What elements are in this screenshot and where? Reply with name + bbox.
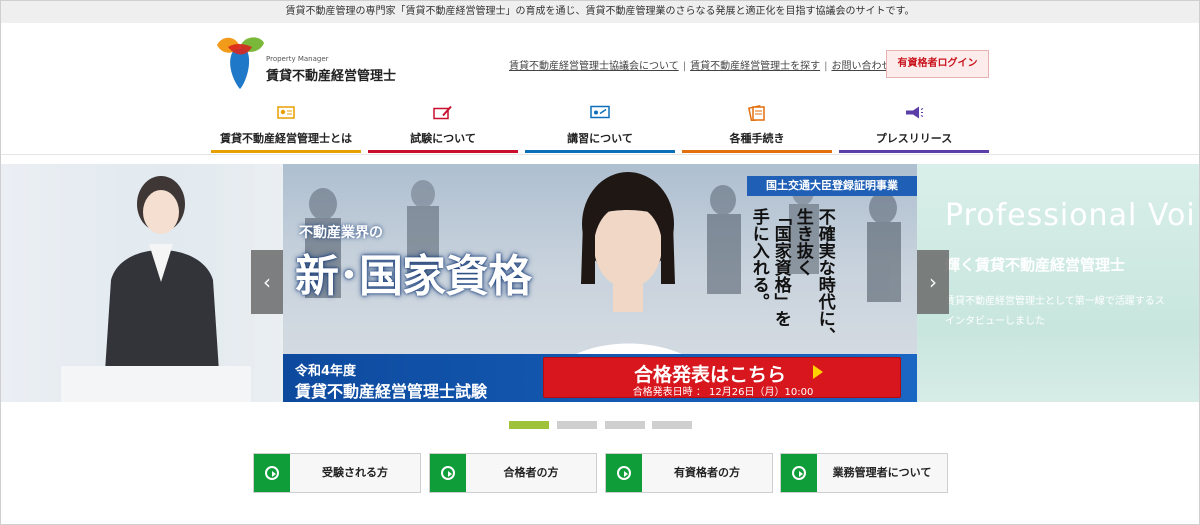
- description-line-2: インタビューしました: [945, 316, 1045, 327]
- featured-slide[interactable]: 国土交通大臣登録証明事業 不動産業界の 新･国家資格 不確実な時代に、 生き抜く…: [283, 164, 917, 402]
- separator: |: [682, 61, 687, 72]
- site-header: Property Manager 賃貸不動産経営管理士 賃貸不動産経営管理士協議…: [1, 23, 1199, 155]
- professional-voice-description: 賃貸不動産経営管理士として第一線で活躍するス インタビューしました: [945, 292, 1165, 332]
- cta-label: 受験される方: [322, 466, 388, 479]
- certificate-icon: [277, 106, 295, 119]
- utility-links: 賃貸不動産経営管理士協議会について | 賃貸不動産経営管理士を探す | お問い合わせ: [509, 57, 891, 72]
- cta-examinees[interactable]: 受験される方: [253, 453, 421, 493]
- logo-title: 賃貸不動産経営管理士: [266, 69, 397, 84]
- nav-item-label: 各種手続き: [729, 132, 785, 145]
- exam-year: 令和4年度: [295, 364, 357, 379]
- nav-underline: [525, 150, 675, 153]
- arrow-right-icon: [813, 365, 823, 379]
- documents-icon: [747, 105, 765, 121]
- professional-voice-subtitle: 輝く賃貸不動産経営管理士: [945, 256, 1126, 274]
- global-nav: 賃貸不動産経営管理士とは 試験について 講習について 各種手続き プレスリリース: [211, 105, 991, 155]
- logo-mark-icon: [217, 37, 264, 89]
- slide-heading: 新･国家資格: [295, 251, 532, 302]
- logo-subtitle: Property Manager: [266, 55, 329, 63]
- nav-item-press[interactable]: プレスリリース: [839, 105, 989, 153]
- nav-item-course[interactable]: 講習について: [525, 105, 675, 153]
- cta-qualified[interactable]: 有資格者の方: [605, 453, 773, 493]
- nav-item-label: 講習について: [567, 132, 633, 145]
- site-logo[interactable]: Property Manager 賃貸不動産経営管理士: [214, 33, 397, 93]
- nav-underline: [682, 150, 832, 153]
- nav-item-exam[interactable]: 試験について: [368, 105, 518, 153]
- receptionist-photo: [61, 176, 251, 402]
- play-circle-icon: [606, 454, 642, 492]
- exam-results-button[interactable]: 合格発表はこちら 合格発表日時 ： 12月26日（月）10:00: [543, 357, 901, 398]
- audience-links: 受験される方 合格者の方 有資格者の方 業務管理者について: [253, 453, 953, 494]
- ministry-registration-badge: 国土交通大臣登録証明事業: [747, 176, 917, 196]
- slide-vertical-copy-4: 手に入れる。: [748, 208, 769, 310]
- cta-label: 有資格者の方: [674, 466, 740, 479]
- play-circle-icon: [430, 454, 466, 492]
- member-login-button[interactable]: 有資格者ログイン: [886, 50, 989, 78]
- site-description-bar: 賃貸不動産管理の専門家「賃貸不動産経営管理士」の育成を通じ、賃貸不動産管理業のさ…: [1, 1, 1199, 23]
- nav-underline: [839, 150, 989, 153]
- nav-underline: [211, 150, 361, 153]
- contact-link[interactable]: お問い合わせ: [831, 61, 891, 72]
- professional-voice-title: Professional Voi: [945, 198, 1196, 233]
- nav-item-about[interactable]: 賃貸不動産経営管理士とは: [211, 105, 361, 153]
- slide-vertical-copy-2: 生き抜く: [792, 208, 813, 276]
- exam-name: 賃貸不動産経営管理士試験: [295, 382, 488, 401]
- slider-dot-1[interactable]: [509, 421, 549, 429]
- slide-vertical-copy-1: 不確実な時代に、: [814, 208, 835, 344]
- slider-next-button[interactable]: ›: [917, 250, 949, 314]
- play-circle-icon: [781, 454, 817, 492]
- next-slide-preview[interactable]: Professional Voi 輝く賃貸不動産経営管理士 賃貸不動産経営管理士…: [917, 164, 1199, 402]
- slider-prev-button[interactable]: ‹: [251, 250, 283, 314]
- slider-dot-3[interactable]: [605, 421, 645, 429]
- separator: |: [824, 61, 828, 72]
- nav-underline: [368, 150, 518, 153]
- slider-dot-2[interactable]: [557, 421, 597, 429]
- nav-item-label: プレスリリース: [875, 132, 953, 145]
- exam-results-date: 合格発表日時 ： 12月26日（月）10:00: [632, 387, 814, 398]
- presentation-icon: [590, 105, 610, 119]
- about-link[interactable]: 賃貸不動産経営管理士協議会について: [509, 61, 679, 72]
- slide-subheading: 不動産業界の: [299, 225, 383, 241]
- pencil-book-icon: [433, 105, 452, 120]
- search-managers-link[interactable]: 賃貸不動産経営管理士を探す: [690, 61, 820, 72]
- nav-item-label: 試験について: [410, 132, 476, 145]
- cta-label: 合格者の方: [503, 466, 559, 479]
- nav-item-procedures[interactable]: 各種手続き: [682, 105, 832, 153]
- slide-vertical-copy-3: 「国家資格」を: [770, 208, 791, 327]
- cta-label: 業務管理者について: [832, 466, 932, 479]
- nav-item-label: 賃貸不動産経営管理士とは: [220, 132, 352, 145]
- cta-business-managers[interactable]: 業務管理者について: [780, 453, 948, 493]
- megaphone-icon: [906, 106, 924, 119]
- description-line-1: 賃貸不動産経営管理士として第一線で活躍するス: [945, 296, 1165, 307]
- cta-passers[interactable]: 合格者の方: [429, 453, 597, 493]
- slider-dot-4[interactable]: [652, 421, 692, 429]
- hero-slider: 国土交通大臣登録証明事業 不動産業界の 新･国家資格 不確実な時代に、 生き抜く…: [1, 164, 1199, 404]
- play-circle-icon: [254, 454, 290, 492]
- previous-slide-preview[interactable]: [1, 164, 283, 402]
